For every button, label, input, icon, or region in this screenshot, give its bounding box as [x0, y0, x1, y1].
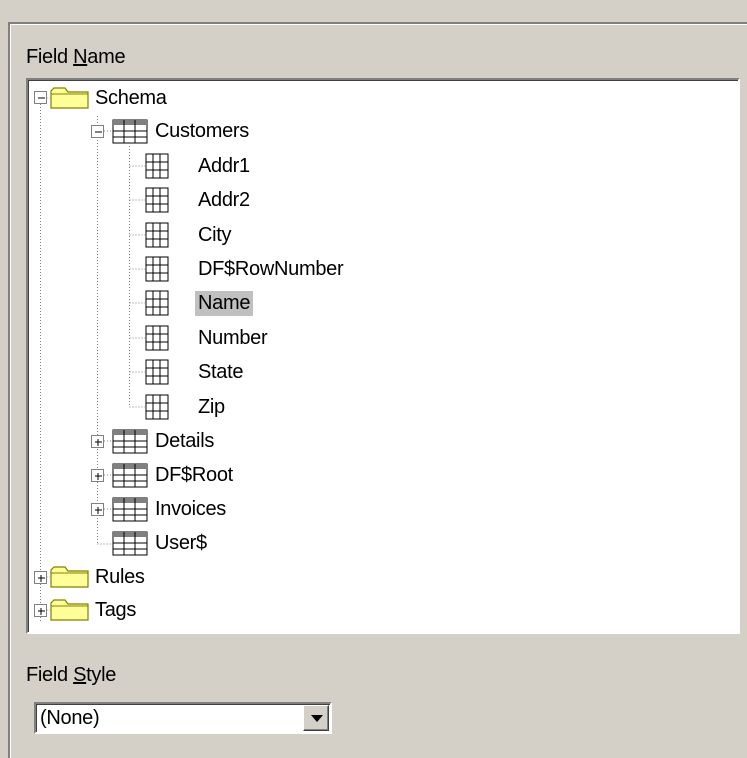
- field-style-value: (None): [40, 707, 100, 729]
- field-icon: [145, 153, 169, 179]
- field-style-dropdown-button[interactable]: [303, 705, 329, 731]
- tree-node-details[interactable]: Details: [152, 426, 217, 456]
- tree-node-tags[interactable]: Tags: [92, 595, 139, 625]
- tree-node-field-selected[interactable]: Name: [195, 288, 254, 318]
- dropdown-arrow-icon: [311, 715, 323, 722]
- tree-node-customers[interactable]: Customers: [152, 116, 252, 146]
- top-strip: [0, 0, 747, 22]
- dfroot-expand-button[interactable]: [91, 469, 104, 482]
- field-style-label: Field Style: [26, 664, 117, 686]
- tree-node-field[interactable]: Number: [195, 323, 270, 353]
- tree-node-field[interactable]: Addr1: [195, 151, 253, 181]
- field-style-select[interactable]: (None): [34, 702, 332, 734]
- tree-node-dfroot[interactable]: DF$Root: [152, 460, 236, 490]
- table-icon: [112, 531, 148, 556]
- schema-collapse-button[interactable]: [34, 91, 47, 104]
- rules-expand-button[interactable]: [34, 571, 47, 584]
- folder-icon: [50, 87, 89, 109]
- tree-node-users[interactable]: User$: [152, 528, 210, 558]
- tags-expand-button[interactable]: [34, 604, 47, 617]
- field-icon: [145, 187, 169, 213]
- field-icon: [145, 222, 169, 248]
- tree-node-rules[interactable]: Rules: [92, 562, 148, 592]
- tree-node-field[interactable]: DF$RowNumber: [195, 254, 346, 284]
- field-icon: [145, 290, 169, 316]
- field-icon: [145, 394, 169, 420]
- table-icon: [112, 497, 148, 522]
- tree-node-field[interactable]: City: [195, 220, 234, 250]
- folder-icon: [50, 599, 89, 621]
- invoices-expand-button[interactable]: [91, 503, 104, 516]
- table-icon: [112, 119, 148, 144]
- tree-node-schema[interactable]: Schema: [92, 83, 170, 113]
- field-name-tree[interactable]: Schema Customers Addr1 Addr2 City DF$Row…: [26, 78, 740, 634]
- field-name-label: Field Name: [26, 46, 126, 68]
- table-icon: [112, 463, 148, 488]
- details-expand-button[interactable]: [91, 435, 104, 448]
- table-icon: [112, 429, 148, 454]
- field-icon: [145, 359, 169, 385]
- folder-icon: [50, 566, 89, 588]
- tree-node-invoices[interactable]: Invoices: [152, 494, 229, 524]
- tree-node-field[interactable]: Zip: [195, 392, 228, 422]
- customers-collapse-button[interactable]: [91, 125, 104, 138]
- tree-node-field[interactable]: State: [195, 357, 246, 387]
- field-icon: [145, 256, 169, 282]
- field-icon: [145, 325, 169, 351]
- tree-node-field[interactable]: Addr2: [195, 185, 253, 215]
